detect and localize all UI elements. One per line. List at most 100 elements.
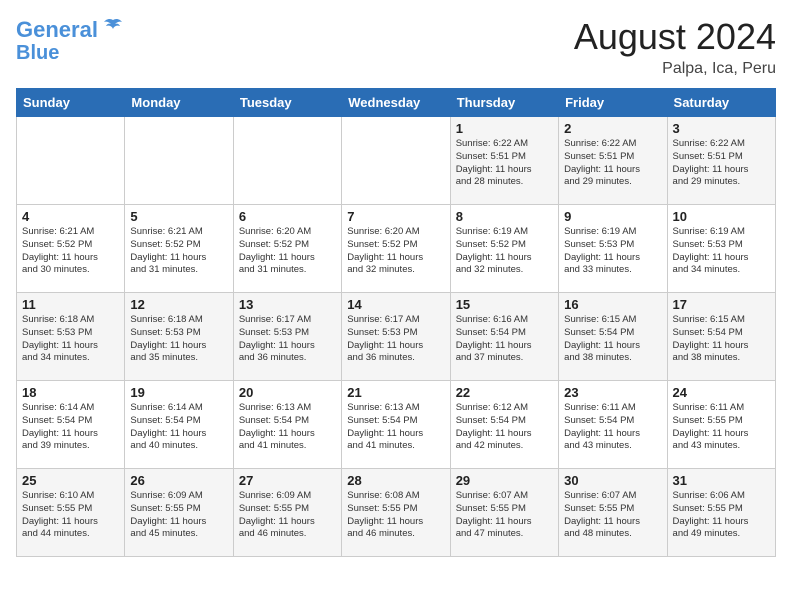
day-number: 30: [564, 473, 661, 488]
day-info: Sunrise: 6:13 AM Sunset: 5:54 PM Dayligh…: [347, 402, 444, 453]
day-info: Sunrise: 6:22 AM Sunset: 5:51 PM Dayligh…: [456, 138, 553, 189]
calendar-cell: 9 Sunrise: 6:19 AM Sunset: 5:53 PM Daylig…: [559, 205, 667, 293]
day-info: Sunrise: 6:14 AM Sunset: 5:54 PM Dayligh…: [22, 402, 119, 453]
day-info: Sunrise: 6:11 AM Sunset: 5:55 PM Dayligh…: [673, 402, 770, 453]
calendar-cell: [17, 117, 125, 205]
calendar-cell: 8 Sunrise: 6:19 AM Sunset: 5:52 PM Daylig…: [450, 205, 558, 293]
day-number: 15: [456, 297, 553, 312]
day-info: Sunrise: 6:18 AM Sunset: 5:53 PM Dayligh…: [130, 314, 227, 365]
calendar-cell: 24Sunrise: 6:11 AM Sunset: 5:55 PM Dayli…: [667, 381, 775, 469]
weekday-header: Saturday: [667, 89, 775, 117]
calendar-cell: 14 Sunrise: 6:17 AM Sunset: 5:53 PM Dayli…: [342, 293, 450, 381]
calendar-cell: 13 Sunrise: 6:17 AM Sunset: 5:53 PM Dayli…: [233, 293, 341, 381]
calendar-cell: 11Sunrise: 6:18 AM Sunset: 5:53 PM Dayli…: [17, 293, 125, 381]
calendar-cell: 16 Sunrise: 6:15 AM Sunset: 5:54 PM Dayli…: [559, 293, 667, 381]
day-info: Sunrise: 6:09 AM Sunset: 5:55 PM Dayligh…: [130, 490, 227, 541]
day-info: Sunrise: 6:21 AM Sunset: 5:52 PM Dayligh…: [130, 226, 227, 277]
day-info: Sunrise: 6:19 AM Sunset: 5:53 PM Dayligh…: [673, 226, 770, 277]
weekday-header: Friday: [559, 89, 667, 117]
day-number: 7: [347, 209, 444, 224]
day-info: Sunrise: 6:08 AM Sunset: 5:55 PM Dayligh…: [347, 490, 444, 541]
calendar-week-row: 1 Sunrise: 6:22 AM Sunset: 5:51 PM Daylig…: [17, 117, 776, 205]
day-number: 25: [22, 473, 119, 488]
day-number: 8: [456, 209, 553, 224]
calendar-cell: 27 Sunrise: 6:09 AM Sunset: 5:55 PM Dayli…: [233, 469, 341, 557]
calendar-cell: 26Sunrise: 6:09 AM Sunset: 5:55 PM Dayli…: [125, 469, 233, 557]
calendar-cell: 19Sunrise: 6:14 AM Sunset: 5:54 PM Dayli…: [125, 381, 233, 469]
page-header: General Blue August 2024 Palpa, Ica, Per…: [16, 16, 776, 78]
calendar-cell: 29 Sunrise: 6:07 AM Sunset: 5:55 PM Dayli…: [450, 469, 558, 557]
calendar-cell: [342, 117, 450, 205]
day-number: 18: [22, 385, 119, 400]
month-year-title: August 2024: [574, 16, 776, 58]
day-info: Sunrise: 6:17 AM Sunset: 5:53 PM Dayligh…: [239, 314, 336, 365]
logo-text: General: [16, 19, 98, 41]
day-number: 2: [564, 121, 661, 136]
calendar-cell: 10 Sunrise: 6:19 AM Sunset: 5:53 PM Dayli…: [667, 205, 775, 293]
day-number: 6: [239, 209, 336, 224]
day-number: 22: [456, 385, 553, 400]
weekday-header-row: SundayMondayTuesdayWednesdayThursdayFrid…: [17, 89, 776, 117]
day-info: Sunrise: 6:11 AM Sunset: 5:54 PM Dayligh…: [564, 402, 661, 453]
calendar-cell: 23 Sunrise: 6:11 AM Sunset: 5:54 PM Dayli…: [559, 381, 667, 469]
weekday-header: Sunday: [17, 89, 125, 117]
day-info: Sunrise: 6:13 AM Sunset: 5:54 PM Dayligh…: [239, 402, 336, 453]
calendar-cell: 17 Sunrise: 6:15 AM Sunset: 5:54 PM Dayli…: [667, 293, 775, 381]
day-number: 1: [456, 121, 553, 136]
day-number: 14: [347, 297, 444, 312]
day-number: 3: [673, 121, 770, 136]
day-number: 27: [239, 473, 336, 488]
calendar-week-row: 4Sunrise: 6:21 AM Sunset: 5:52 PM Daylig…: [17, 205, 776, 293]
day-info: Sunrise: 6:19 AM Sunset: 5:52 PM Dayligh…: [456, 226, 553, 277]
calendar-week-row: 18 Sunrise: 6:14 AM Sunset: 5:54 PM Dayli…: [17, 381, 776, 469]
day-number: 28: [347, 473, 444, 488]
calendar-week-row: 25 Sunrise: 6:10 AM Sunset: 5:55 PM Dayli…: [17, 469, 776, 557]
day-info: Sunrise: 6:17 AM Sunset: 5:53 PM Dayligh…: [347, 314, 444, 365]
day-number: 10: [673, 209, 770, 224]
calendar-cell: 1 Sunrise: 6:22 AM Sunset: 5:51 PM Daylig…: [450, 117, 558, 205]
day-number: 17: [673, 297, 770, 312]
calendar-cell: 3Sunrise: 6:22 AM Sunset: 5:51 PM Daylig…: [667, 117, 775, 205]
calendar-cell: 2 Sunrise: 6:22 AM Sunset: 5:51 PM Daylig…: [559, 117, 667, 205]
day-info: Sunrise: 6:15 AM Sunset: 5:54 PM Dayligh…: [673, 314, 770, 365]
day-info: Sunrise: 6:07 AM Sunset: 5:55 PM Dayligh…: [456, 490, 553, 541]
calendar-cell: 21Sunrise: 6:13 AM Sunset: 5:54 PM Dayli…: [342, 381, 450, 469]
day-number: 9: [564, 209, 661, 224]
day-info: Sunrise: 6:15 AM Sunset: 5:54 PM Dayligh…: [564, 314, 661, 365]
weekday-header: Thursday: [450, 89, 558, 117]
calendar-cell: 28 Sunrise: 6:08 AM Sunset: 5:55 PM Dayli…: [342, 469, 450, 557]
day-info: Sunrise: 6:14 AM Sunset: 5:54 PM Dayligh…: [130, 402, 227, 453]
day-number: 13: [239, 297, 336, 312]
calendar-cell: [233, 117, 341, 205]
calendar-cell: 18 Sunrise: 6:14 AM Sunset: 5:54 PM Dayli…: [17, 381, 125, 469]
day-info: Sunrise: 6:22 AM Sunset: 5:51 PM Dayligh…: [564, 138, 661, 189]
day-info: Sunrise: 6:09 AM Sunset: 5:55 PM Dayligh…: [239, 490, 336, 541]
logo-blue: Blue: [16, 43, 59, 63]
day-info: Sunrise: 6:20 AM Sunset: 5:52 PM Dayligh…: [347, 226, 444, 277]
weekday-header: Tuesday: [233, 89, 341, 117]
logo-bird-icon: [102, 16, 124, 43]
day-number: 23: [564, 385, 661, 400]
day-number: 31: [673, 473, 770, 488]
day-info: Sunrise: 6:16 AM Sunset: 5:54 PM Dayligh…: [456, 314, 553, 365]
day-number: 5: [130, 209, 227, 224]
day-info: Sunrise: 6:10 AM Sunset: 5:55 PM Dayligh…: [22, 490, 119, 541]
day-info: Sunrise: 6:07 AM Sunset: 5:55 PM Dayligh…: [564, 490, 661, 541]
weekday-header: Wednesday: [342, 89, 450, 117]
calendar-cell: 12 Sunrise: 6:18 AM Sunset: 5:53 PM Dayli…: [125, 293, 233, 381]
day-info: Sunrise: 6:19 AM Sunset: 5:53 PM Dayligh…: [564, 226, 661, 277]
calendar-cell: 15 Sunrise: 6:16 AM Sunset: 5:54 PM Dayli…: [450, 293, 558, 381]
day-info: Sunrise: 6:21 AM Sunset: 5:52 PM Dayligh…: [22, 226, 119, 277]
calendar-cell: 31Sunrise: 6:06 AM Sunset: 5:55 PM Dayli…: [667, 469, 775, 557]
calendar-cell: 6Sunrise: 6:20 AM Sunset: 5:52 PM Daylig…: [233, 205, 341, 293]
day-number: 16: [564, 297, 661, 312]
calendar-cell: 7 Sunrise: 6:20 AM Sunset: 5:52 PM Daylig…: [342, 205, 450, 293]
day-number: 29: [456, 473, 553, 488]
calendar-cell: 20Sunrise: 6:13 AM Sunset: 5:54 PM Dayli…: [233, 381, 341, 469]
calendar-week-row: 11Sunrise: 6:18 AM Sunset: 5:53 PM Dayli…: [17, 293, 776, 381]
day-info: Sunrise: 6:12 AM Sunset: 5:54 PM Dayligh…: [456, 402, 553, 453]
location-subtitle: Palpa, Ica, Peru: [574, 60, 776, 78]
calendar-cell: 30 Sunrise: 6:07 AM Sunset: 5:55 PM Dayli…: [559, 469, 667, 557]
day-number: 12: [130, 297, 227, 312]
calendar-cell: 22 Sunrise: 6:12 AM Sunset: 5:54 PM Dayli…: [450, 381, 558, 469]
